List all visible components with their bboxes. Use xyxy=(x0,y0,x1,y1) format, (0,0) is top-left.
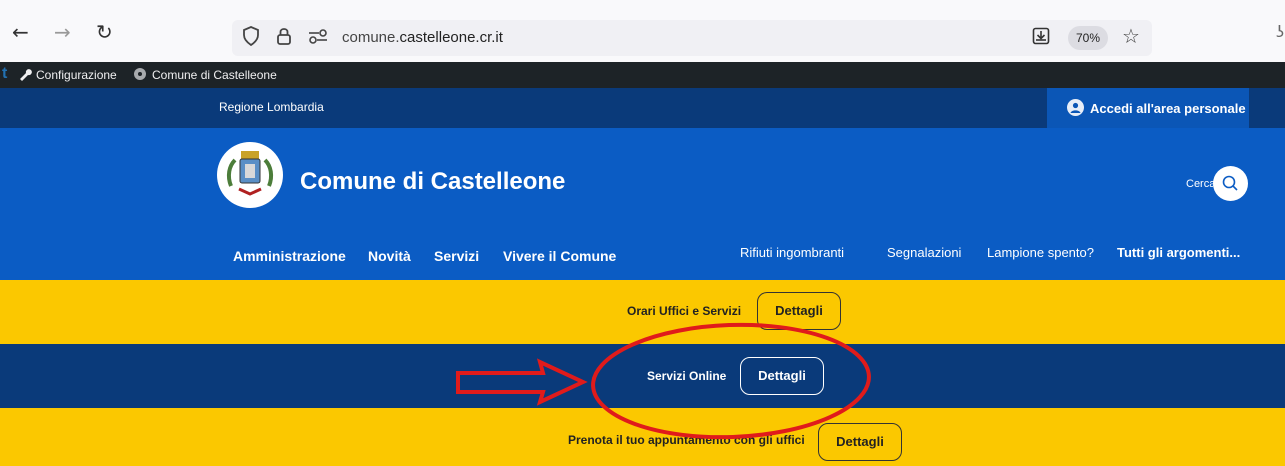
servizi-online-details-button[interactable]: Dettagli xyxy=(740,357,824,395)
url-host: castelleone.cr.it xyxy=(399,29,503,46)
reload-icon[interactable]: ↻ xyxy=(96,22,113,42)
zoom-level[interactable]: 70% xyxy=(1068,26,1108,50)
search-button[interactable] xyxy=(1213,166,1248,201)
url-prefix: comune. xyxy=(342,29,400,46)
nav-vivere-il-comune[interactable]: Vivere il Comune xyxy=(503,248,616,264)
login-button[interactable]: Accedi all'area personale xyxy=(1047,88,1249,128)
shield-icon[interactable] xyxy=(242,26,260,51)
bookmark-star-icon[interactable]: ☆ xyxy=(1122,24,1140,48)
overflow-icon[interactable]: ʖ xyxy=(1276,22,1284,42)
prenota-details-button[interactable]: Dettagli xyxy=(818,423,902,461)
band-orari: Orari Uffici e Servizi Dettagli xyxy=(0,280,1285,344)
address-bar[interactable]: comune.castelleone.cr.it 70% ☆ xyxy=(232,20,1152,56)
coat-of-arms-logo[interactable] xyxy=(217,142,283,208)
band-servizi-online-label: Servizi Online xyxy=(647,369,727,383)
admin-bar: t Configurazione Comune di Castelleone xyxy=(0,62,1285,88)
wrench-icon xyxy=(18,67,32,84)
lock-icon[interactable] xyxy=(276,26,292,51)
nav-lampione-spento[interactable]: Lampione spento? xyxy=(987,245,1094,260)
permissions-icon[interactable] xyxy=(308,28,328,49)
band-orari-label: Orari Uffici e Servizi xyxy=(627,304,742,318)
browser-toolbar: ← → ↻ comune.castelleone.cr.it 70% ☆ ʖ xyxy=(0,0,1285,62)
dashboard-icon xyxy=(133,67,147,84)
download-page-icon[interactable] xyxy=(1032,27,1050,50)
orari-details-button[interactable]: Dettagli xyxy=(757,292,841,330)
nav-novita[interactable]: Novità xyxy=(368,248,411,264)
top-strip: Regione Lombardia Accedi all'area person… xyxy=(0,88,1285,128)
nav-tutti-gli-argomenti[interactable]: Tutti gli argomenti... xyxy=(1117,245,1240,260)
admin-site-name[interactable]: Comune di Castelleone xyxy=(152,68,277,82)
region-link[interactable]: Regione Lombardia xyxy=(219,100,324,114)
forward-arrow-icon[interactable]: → xyxy=(54,22,71,42)
site-title[interactable]: Comune di Castelleone xyxy=(300,168,565,196)
search-label: Cerca xyxy=(1186,178,1216,190)
admin-logo-icon[interactable]: t xyxy=(2,65,7,83)
url-text[interactable]: comune.castelleone.cr.it xyxy=(342,29,503,46)
nav-rifiuti-ingombranti[interactable]: Rifiuti ingombranti xyxy=(740,245,844,260)
admin-configurazione[interactable]: Configurazione xyxy=(36,68,117,82)
login-label: Accedi all'area personale xyxy=(1090,101,1246,116)
nav-amministrazione[interactable]: Amministrazione xyxy=(233,248,346,264)
search-icon xyxy=(1222,175,1238,191)
site-header: Comune di Castelleone Cerca Amministrazi… xyxy=(0,128,1285,280)
band-servizi-online: Servizi Online Dettagli xyxy=(0,344,1285,408)
nav-segnalazioni[interactable]: Segnalazioni xyxy=(887,245,961,260)
user-icon xyxy=(1067,99,1084,116)
band-prenota: Prenota il tuo appuntamento con gli uffi… xyxy=(0,408,1285,466)
back-arrow-icon[interactable]: ← xyxy=(12,22,29,42)
nav-servizi[interactable]: Servizi xyxy=(434,248,479,264)
band-prenota-label: Prenota il tuo appuntamento con gli uffi… xyxy=(568,433,805,447)
